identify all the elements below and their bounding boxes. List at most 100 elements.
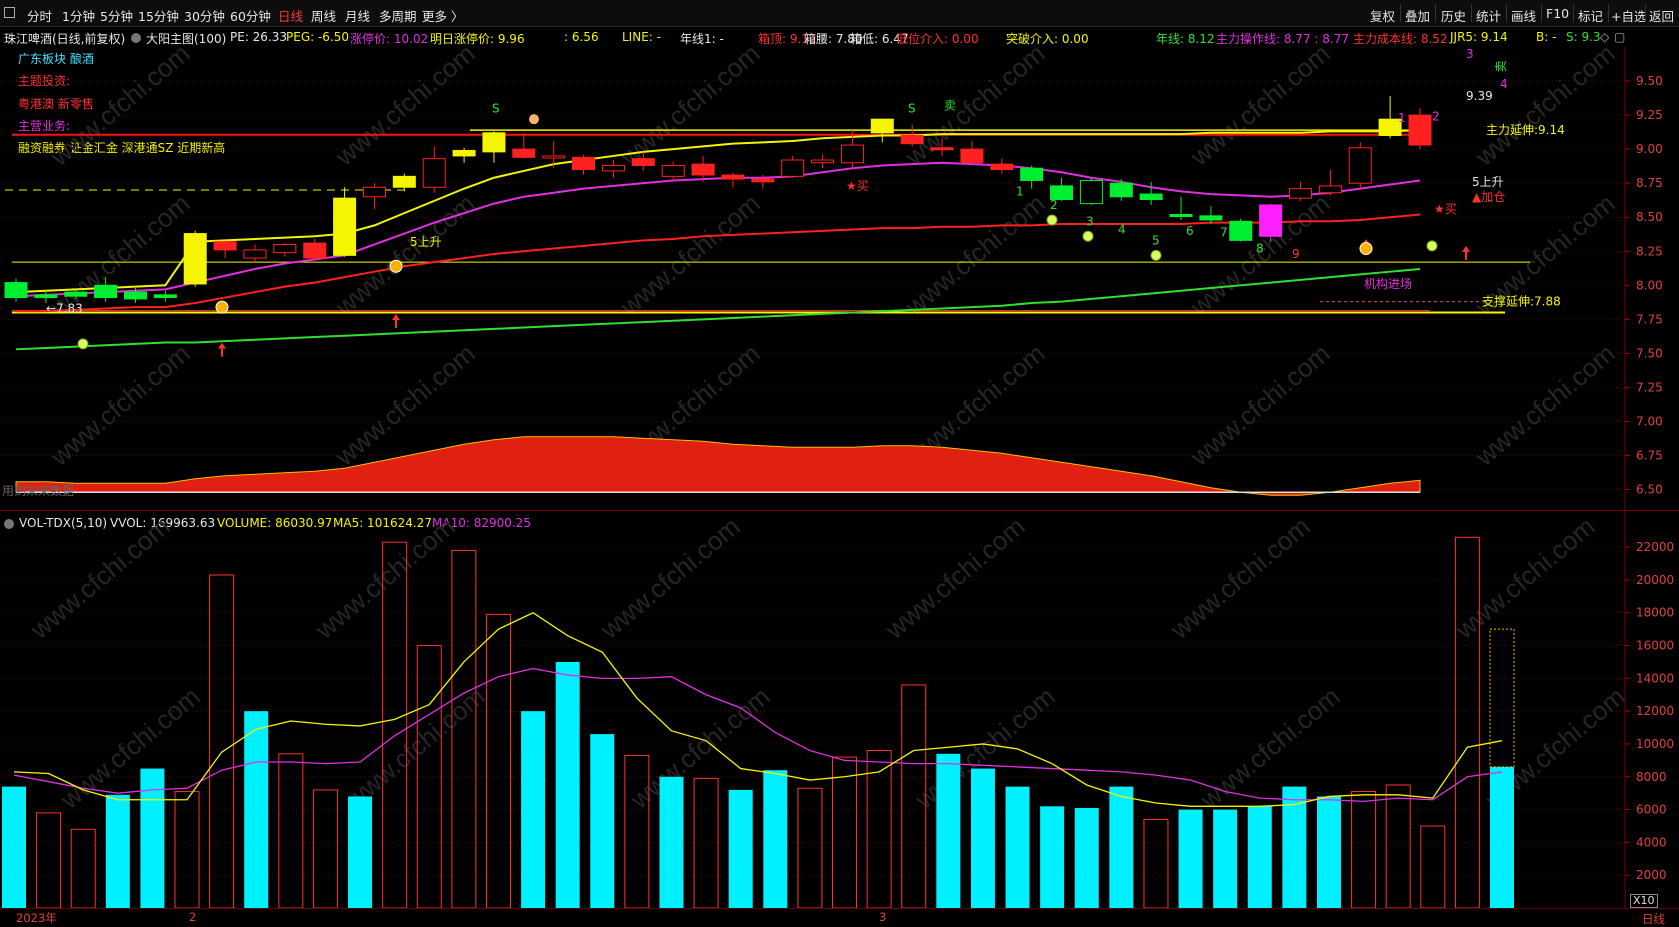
volume-bar [1316,796,1341,908]
expand-icon[interactable]: ◇ [1600,30,1609,44]
up-arrow-icon [1462,245,1470,260]
period-5min-button[interactable]: 5分钟 [100,6,133,25]
candle-body [1259,204,1283,237]
td-count-7: 7 [1220,225,1228,239]
peg-value: PEG: -6.50 [286,30,350,44]
overlay-button[interactable]: 叠加 [1405,6,1430,25]
period-minute-button[interactable]: 分时 [27,6,52,25]
candle-body [1169,213,1193,217]
period-month-button[interactable]: 月线 [345,6,370,25]
candle [303,239,327,261]
zoom-x10-badge[interactable]: X10 [1630,894,1658,908]
stock-title: 珠江啤酒(日线,前复权) [4,32,126,46]
td-top-count-4: 4 [1500,77,1508,91]
smile-icon [389,259,403,273]
period-15min-button[interactable]: 15分钟 [138,6,179,25]
volume-bar [590,734,615,908]
pe-value: PE: 26.33 [230,30,288,44]
period-week-button[interactable]: 周线 [311,6,336,25]
up-arrow-icon [392,314,400,329]
candle-body [213,241,237,251]
s-mark-1: S [492,101,500,115]
candle-body [1408,114,1432,146]
jjr5-value: JJR5: 9.14 [1450,30,1508,44]
add-watchlist-button[interactable]: +自选 [1611,6,1646,25]
y-tick-label: 7.50 [1636,346,1663,360]
candle [422,146,446,193]
td-count-6: 6 [1186,224,1194,238]
adjust-button[interactable]: 复权 [1370,6,1395,25]
vol-y-tick-label: 16000 [1636,639,1674,653]
candle-body [64,291,88,297]
vol-y-tick-label: 6000 [1636,803,1667,817]
watermark-text: www.cfchi.com [1164,511,1316,645]
price-chart[interactable]: www.cfchi.com www.cfchi.com www.cfchi.com w… [0,47,1679,510]
left-price-label: ←7.83 [46,301,83,315]
candle-body [1289,188,1313,199]
volume-bar [1178,809,1203,908]
settings-gear-icon[interactable] [131,33,141,43]
back-button[interactable]: 返回 [1649,6,1674,25]
candle-body [512,148,536,158]
watermark-text: www.cfchi.com [1449,511,1601,645]
volume-bar [2,786,26,908]
stats-button[interactable]: 统计 [1476,6,1501,25]
candle-body [631,158,655,166]
month-3-label: 3 [879,910,887,924]
candle-body [691,163,715,176]
period-30min-button[interactable]: 30分钟 [184,6,225,25]
volume-bar [1351,791,1377,908]
window-toggle-icon[interactable]: ▢ [1614,30,1625,44]
year-line1-value: 年线1: - [680,32,724,46]
period-day-button[interactable]: 日线 [278,6,303,25]
candle-body [94,284,118,299]
candle [362,183,386,210]
y-tick-label: 8.50 [1636,210,1663,224]
volume-bar [105,794,130,908]
institution-entry-label: 机构进场 [1364,276,1412,291]
sell-signal-1: 卖 [944,99,956,113]
volume-bar [1420,825,1446,908]
candle [781,155,805,178]
menu-icon[interactable] [4,7,15,18]
volume-bar [1454,536,1480,908]
candle [542,140,566,169]
candle-body [183,233,207,285]
arrow-head [218,342,226,349]
indicator-name[interactable]: 大阳主图(100) [146,30,226,47]
f10-button[interactable]: F10 [1546,6,1569,21]
apple-icon [1082,230,1094,242]
volume-bar [1490,766,1514,908]
volume-bar [728,789,753,908]
history-button[interactable]: 历史 [1441,6,1466,25]
period-60min-button[interactable]: 60分钟 [230,6,271,25]
candle-body [721,174,745,180]
candle [1169,196,1193,220]
candle [1079,177,1103,205]
watermark-text: www.cfchi.com [1194,681,1346,815]
volume-bar [970,768,995,908]
period-more-button[interactable]: 更多 〉 [422,6,463,25]
mark-button[interactable]: 标记 [1578,6,1603,25]
volume-bar [70,828,96,908]
period-1min-button[interactable]: 1分钟 [62,6,95,25]
main-cost-line-value: 主力成本线: 8.52 [1353,32,1448,46]
y-tick-label: 7.75 [1636,312,1663,326]
apple-icon [1426,240,1438,252]
vol-y-tick-label: 20000 [1636,573,1674,587]
draw-button[interactable]: 画线 [1511,6,1536,25]
candle [1408,108,1432,150]
up-arrow-icon [218,342,226,357]
volume-bar [763,770,788,908]
vol-y-tick-label: 10000 [1636,737,1674,751]
watermark-text: www.cfchi.com [624,681,776,815]
arrow-head [392,314,400,321]
watermark-text: www.cfchi.com [24,511,176,645]
year-label: 2023年 [16,911,57,925]
watermark-text: www.cfchi.com [1184,338,1336,472]
candle-body [153,294,177,299]
volume-bar [1213,809,1238,908]
period-multi-button[interactable]: 多周期 [379,6,417,25]
indicator-info-bar: 珠江啤酒(日线,前复权) 大阳主图(100) PE: 26.33 PEG: -6… [0,27,1625,47]
volume-chart[interactable]: www.cfchi.com www.cfchi.com www.cfchi.com w… [0,510,1679,908]
